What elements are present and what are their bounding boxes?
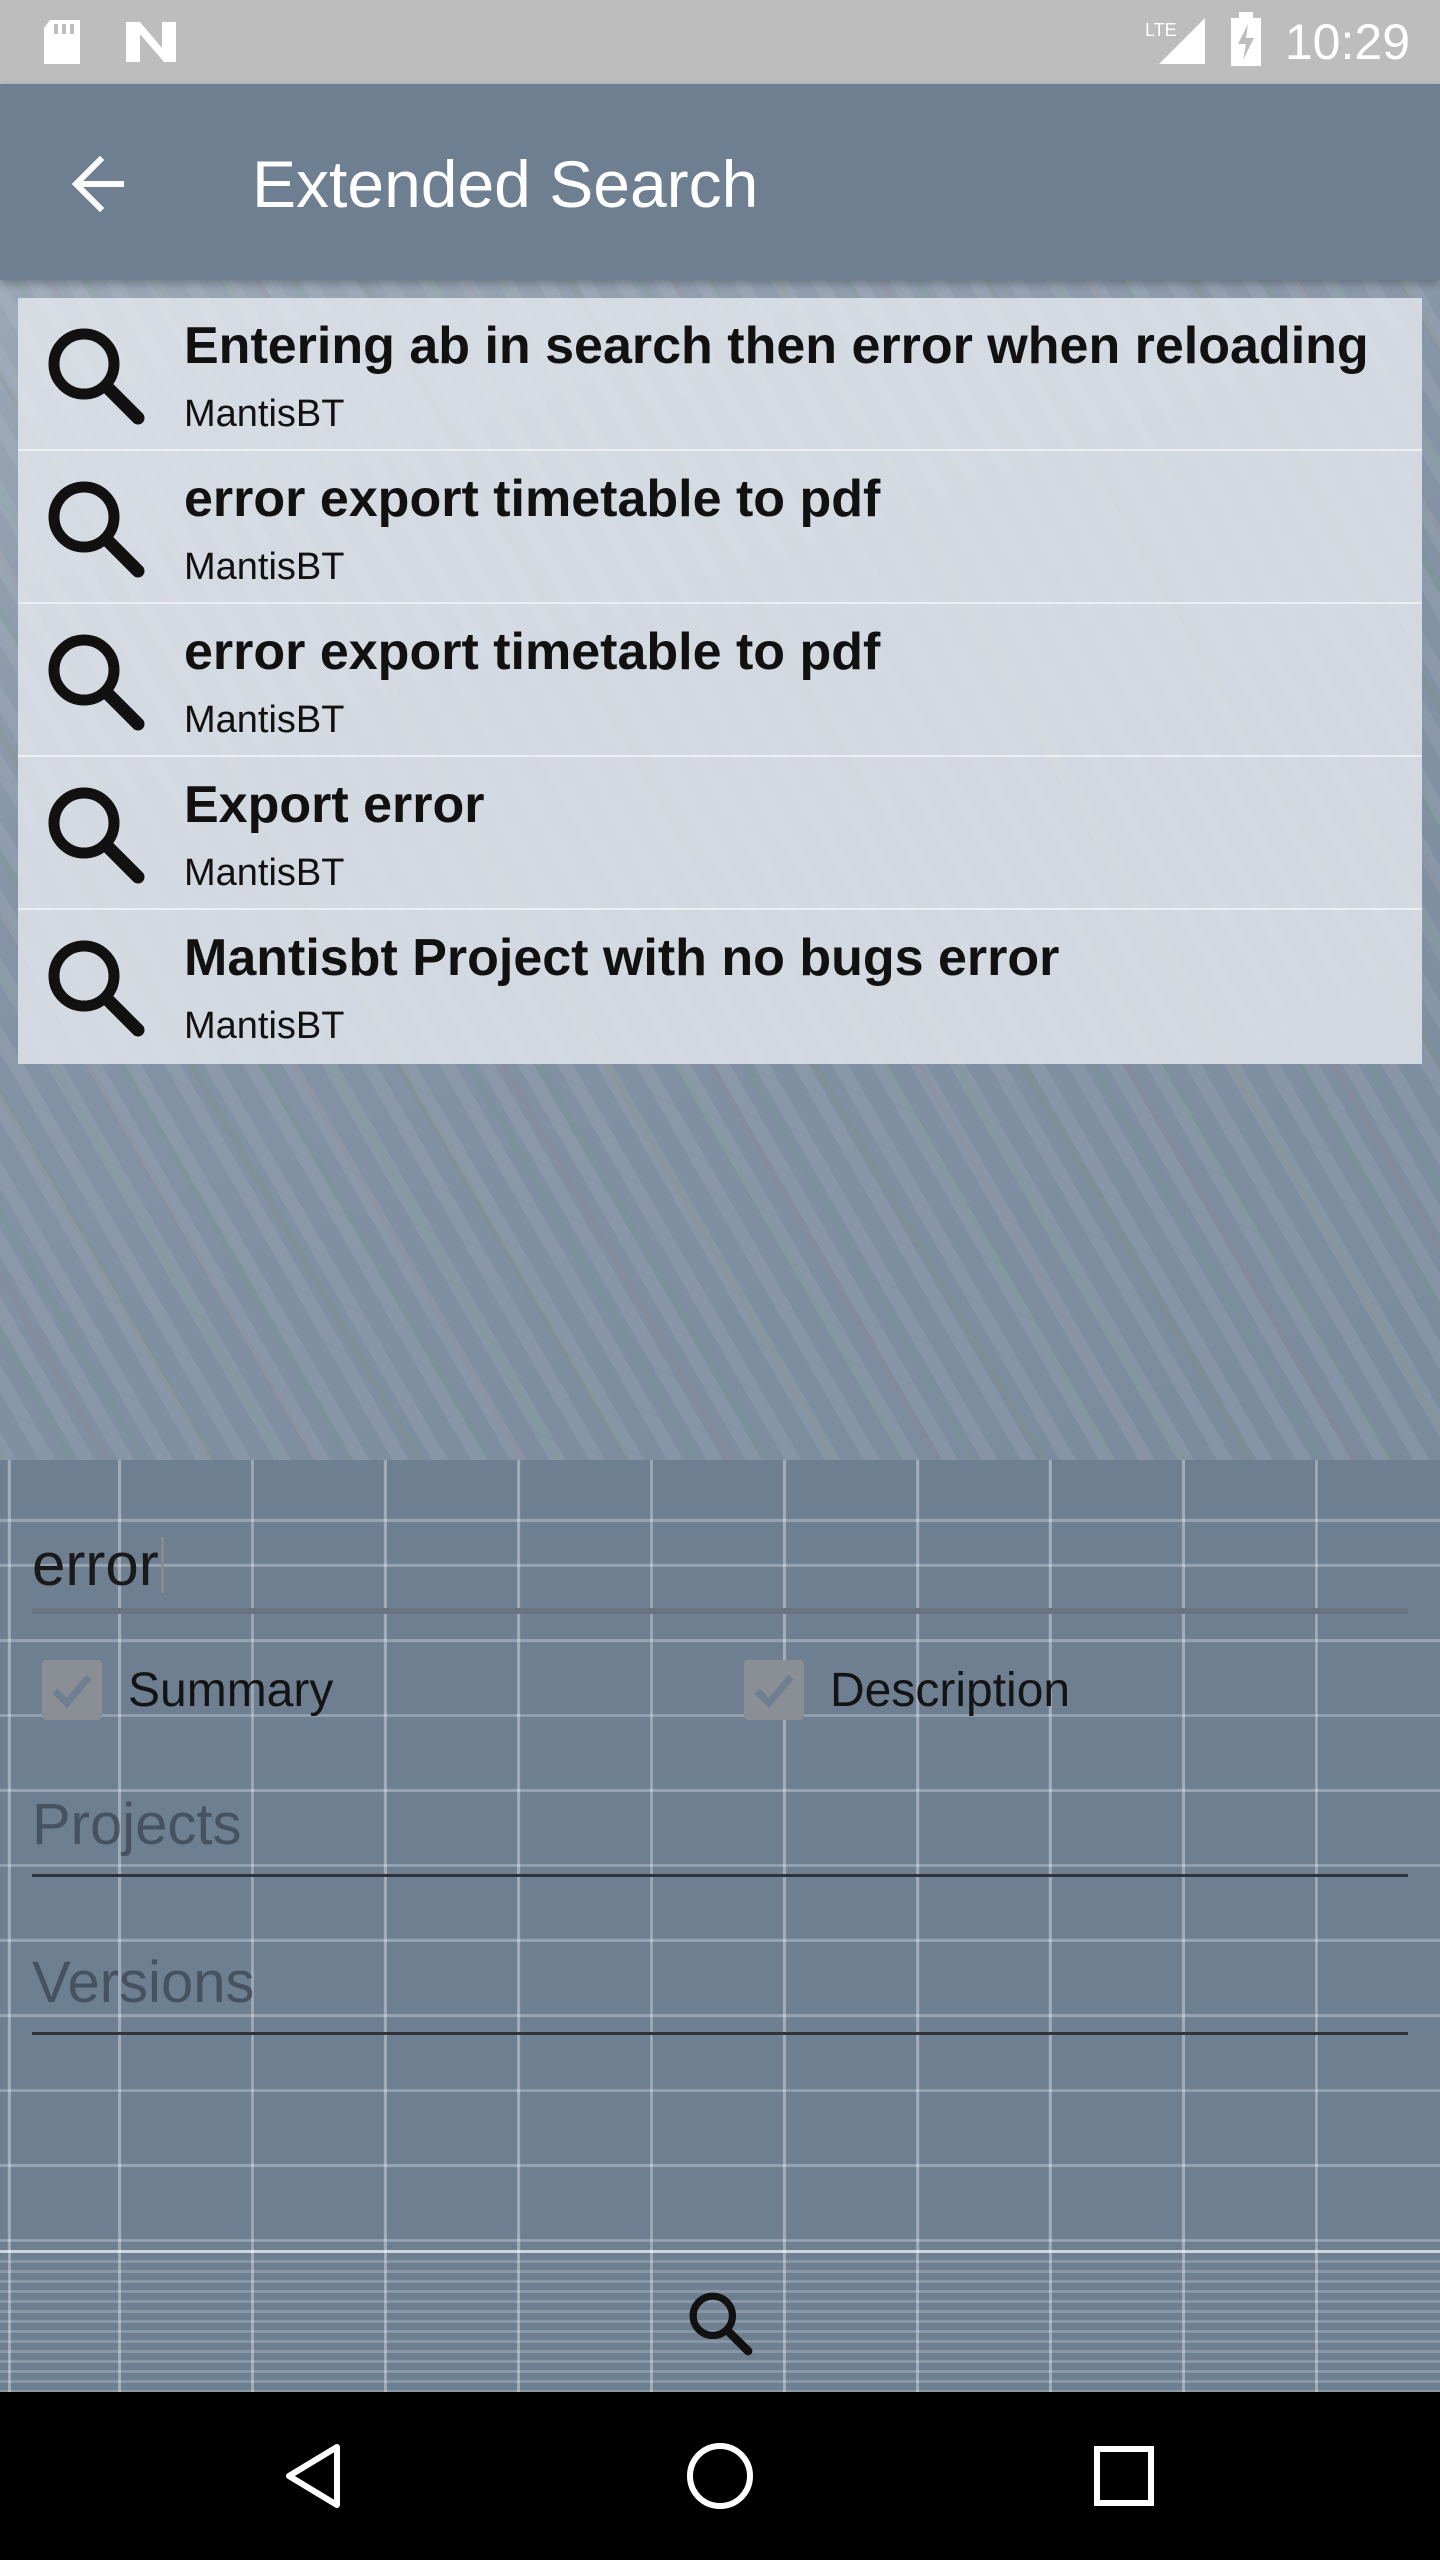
versions-field-underline [32, 2032, 1408, 2035]
back-button[interactable] [56, 142, 140, 226]
status-time: 10:29 [1284, 14, 1410, 70]
search-button[interactable] [0, 2250, 1440, 2393]
summary-checkbox-row[interactable]: Summary [42, 1660, 333, 1720]
search-icon [48, 634, 145, 731]
n-logo-icon [124, 18, 178, 71]
nav-recents-button[interactable] [1076, 2428, 1172, 2524]
suggestion-subtitle: MantisBT [184, 393, 345, 435]
recents-square-icon [1094, 2446, 1154, 2506]
search-form: error Summary Description Projects Versi… [0, 1460, 1440, 2255]
search-icon [48, 940, 145, 1037]
search-icon [48, 328, 145, 425]
search-icon [689, 2292, 753, 2356]
sd-card-icon [40, 18, 84, 71]
navigation-bar [0, 2392, 1440, 2560]
description-label: Description [830, 1663, 1071, 1717]
suggestion-item[interactable]: Mantisbt Project with no bugs error Mant… [18, 910, 1422, 1063]
suggestion-subtitle: MantisBT [184, 546, 345, 588]
description-checkbox[interactable] [744, 1660, 804, 1720]
summary-checkbox[interactable] [42, 1660, 102, 1720]
battery-charging-icon [1229, 11, 1263, 73]
suggestion-title: Mantisbt Project with no bugs error [184, 929, 1060, 987]
home-circle-icon [687, 2443, 753, 2509]
versions-field[interactable]: Versions [32, 1938, 1408, 2028]
suggestion-title: error export timetable to pdf [184, 623, 881, 681]
search-query-value: error [32, 1531, 159, 1598]
suggestion-title: Export error [184, 776, 485, 834]
check-icon [52, 1674, 92, 1709]
search-icon [48, 787, 145, 884]
suggestion-item[interactable]: error export timetable to pdf MantisBT [18, 451, 1422, 604]
suggestion-title: error export timetable to pdf [184, 470, 881, 528]
app-bar: Extended Search [0, 84, 1440, 280]
text-caret [160, 1537, 164, 1593]
summary-label: Summary [128, 1663, 334, 1717]
suggestion-item[interactable]: Export error MantisBT [18, 757, 1422, 910]
page-title: Extended Search [252, 147, 759, 221]
suggestion-title: Entering ab in search then error when re… [184, 317, 1369, 375]
arrow-back-icon [71, 155, 124, 213]
search-icon [48, 481, 145, 578]
projects-field[interactable]: Projects [32, 1780, 1408, 1870]
nav-home-button[interactable] [672, 2428, 768, 2524]
suggestion-item[interactable]: error export timetable to pdf MantisBT [18, 604, 1422, 757]
back-triangle-icon [286, 2444, 340, 2508]
search-query-underline [32, 1608, 1408, 1614]
search-query-input[interactable]: error [32, 1520, 1408, 1610]
lte-text: LTE [1145, 20, 1177, 40]
suggestion-subtitle: MantisBT [184, 852, 345, 894]
suggestion-subtitle: MantisBT [184, 699, 345, 741]
projects-field-underline [32, 1874, 1408, 1877]
suggestion-subtitle: MantisBT [184, 1005, 345, 1047]
check-icon [754, 1674, 794, 1709]
suggestion-item[interactable]: Entering ab in search then error when re… [18, 298, 1422, 451]
nav-back-button[interactable] [268, 2428, 364, 2524]
status-bar: LTE 10:29 [0, 0, 1440, 84]
lte-signal-icon: LTE [1143, 14, 1207, 71]
description-checkbox-row[interactable]: Description [744, 1660, 1070, 1720]
suggestion-list: Entering ab in search then error when re… [18, 298, 1422, 1064]
